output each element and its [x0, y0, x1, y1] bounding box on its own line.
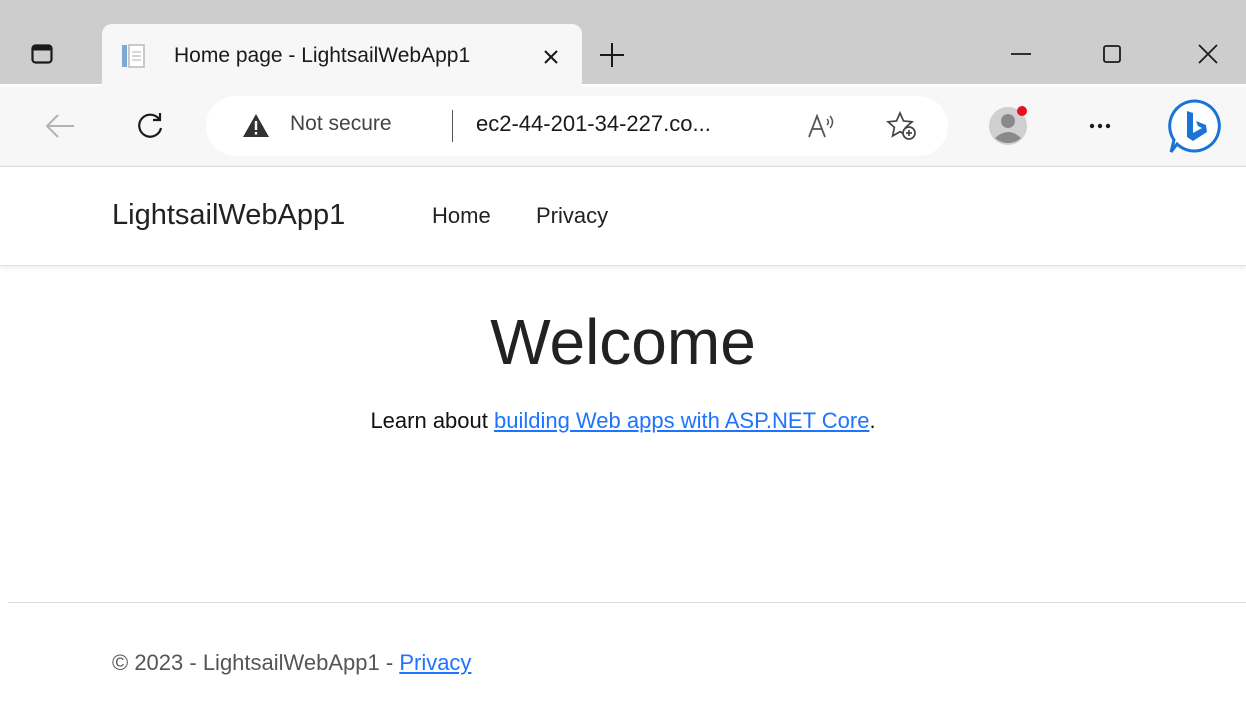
maximize-button[interactable]	[1094, 36, 1130, 72]
close-tab-button[interactable]	[538, 44, 564, 70]
refresh-icon	[138, 113, 163, 138]
security-status-label[interactable]: Not secure	[290, 112, 392, 136]
profile-avatar-icon	[989, 106, 1027, 145]
tab-title: Home page - LightsailWebApp1	[174, 44, 471, 67]
tab-actions-icon	[31, 44, 53, 64]
bing-chat-icon	[1168, 99, 1221, 153]
site-footer: © 2023 - LightsailWebApp1 - Privacy	[112, 650, 471, 676]
intro-text: Learn about building Web apps with ASP.N…	[0, 408, 1246, 434]
browser-tab[interactable]: Home page - LightsailWebApp1	[102, 24, 582, 88]
footer-privacy-link[interactable]: Privacy	[399, 650, 471, 675]
back-button[interactable]	[42, 108, 78, 144]
nav-link-home[interactable]: Home	[432, 203, 491, 229]
back-arrow-icon	[45, 114, 74, 138]
intro-suffix: .	[869, 408, 876, 433]
new-tab-button[interactable]	[597, 40, 627, 70]
browser-toolbar: Not secure ec2-44-201-34-227.co...	[0, 86, 1246, 166]
add-favorite-icon	[886, 110, 916, 140]
close-icon	[544, 50, 558, 64]
profile-button[interactable]	[986, 104, 1030, 148]
address-separator	[452, 110, 453, 142]
more-ellipsis-icon	[1089, 123, 1111, 129]
tab-actions-button[interactable]	[28, 40, 56, 68]
footer-divider	[8, 602, 1246, 603]
aspnet-docs-link[interactable]: building Web apps with ASP.NET Core	[494, 408, 869, 433]
intro-prefix: Learn about	[370, 408, 494, 433]
footer-copyright: © 2023 - LightsailWebApp1 -	[112, 650, 400, 675]
add-favorite-button[interactable]	[884, 109, 920, 143]
address-bar[interactable]: Not secure ec2-44-201-34-227.co...	[206, 96, 948, 156]
minimize-button[interactable]	[1003, 36, 1039, 72]
warning-triangle-icon[interactable]	[242, 112, 270, 140]
site-navbar: LightsailWebApp1 Home Privacy	[0, 167, 1246, 266]
url-text[interactable]: ec2-44-201-34-227.co...	[476, 111, 711, 137]
nav-link-privacy[interactable]: Privacy	[536, 203, 608, 229]
read-aloud-button[interactable]	[804, 110, 838, 142]
plus-icon	[600, 43, 624, 67]
more-options-button[interactable]	[1082, 108, 1118, 144]
bing-chat-button[interactable]	[1166, 98, 1224, 156]
maximize-icon	[1103, 45, 1121, 63]
close-icon	[1198, 44, 1218, 64]
site-brand-link[interactable]: LightsailWebApp1	[112, 199, 345, 232]
page-title: Welcome	[490, 306, 756, 378]
read-aloud-icon	[808, 113, 834, 138]
refresh-button[interactable]	[132, 108, 168, 144]
close-window-button[interactable]	[1190, 36, 1226, 72]
page-favicon-icon	[120, 42, 146, 70]
minimize-icon	[1011, 53, 1031, 55]
browser-title-bar: Home page - LightsailWebApp1	[0, 0, 1246, 88]
